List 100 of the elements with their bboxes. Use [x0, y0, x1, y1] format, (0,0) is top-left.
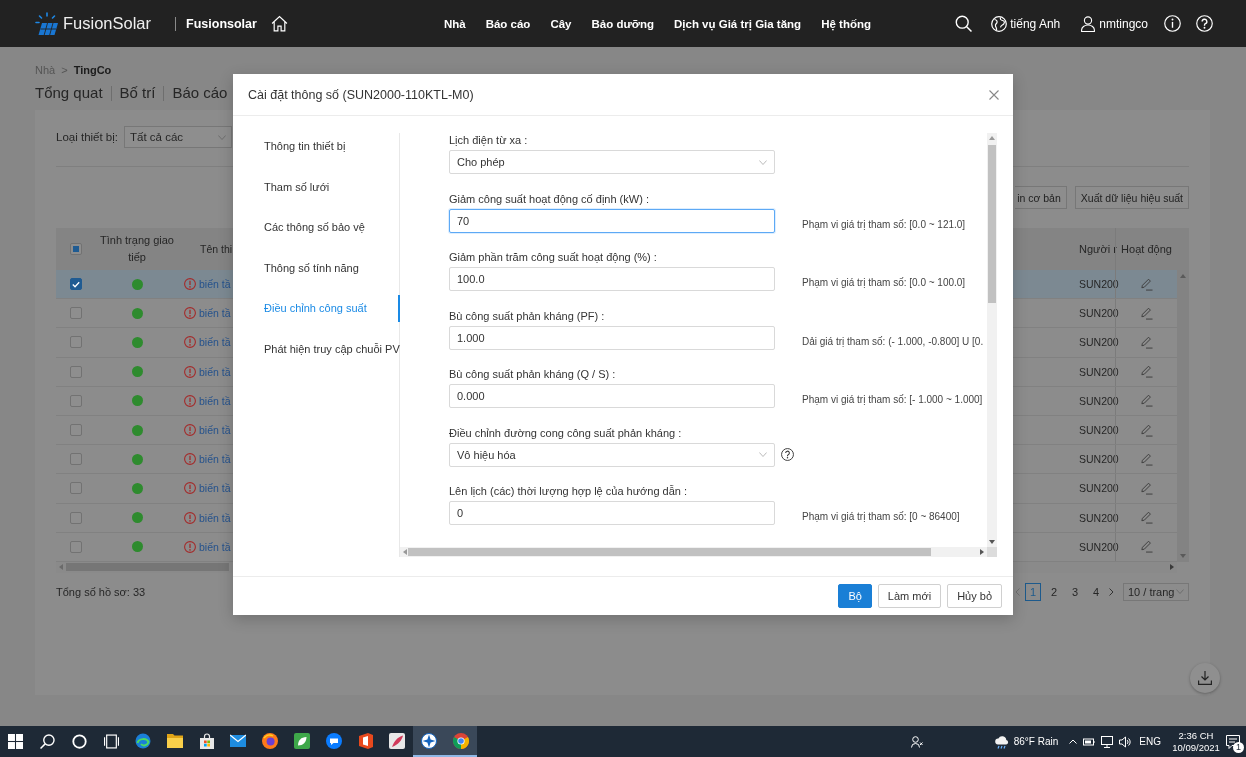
brand-name: FusionSolar: [63, 14, 152, 33]
page-tab[interactable]: Tổng quat: [35, 84, 103, 102]
page-button[interactable]: 2: [1046, 582, 1062, 601]
device-type-select[interactable]: Tất cả các: [124, 126, 232, 148]
input-field[interactable]: 1.000: [449, 325, 775, 350]
clock-time[interactable]: 2:36 CH: [1178, 729, 1214, 742]
field-hint: Phạm vi giá trị tham số: [0.0 ~ 121.0]: [802, 217, 966, 230]
start-icon[interactable]: [8, 734, 24, 749]
dialog-menu-item[interactable]: Điều chỉnh công suất: [233, 295, 400, 323]
help-icon[interactable]: [781, 448, 794, 461]
weather-text[interactable]: 86°F Rain: [1013, 736, 1059, 747]
next-page-icon[interactable]: [1109, 587, 1114, 596]
refresh-button[interactable]: Làm mới: [877, 584, 942, 608]
page-tab[interactable]: Bố trí: [119, 84, 156, 102]
scroll-up-icon: [1180, 274, 1186, 278]
column-header: Tên thi: [200, 243, 233, 255]
select-field[interactable]: Cho phép: [449, 150, 775, 174]
globe-icon: [991, 15, 1008, 32]
close-icon[interactable]: [989, 89, 999, 100]
row-checkbox[interactable]: [70, 511, 82, 524]
input-field[interactable]: 70: [449, 208, 775, 233]
toolbar-button[interactable]: in cơ bản: [1015, 186, 1067, 209]
page-button[interactable]: 4: [1088, 582, 1104, 601]
row-checkbox[interactable]: [70, 540, 82, 553]
column-header: Tình trạng giao tiếp: [99, 233, 175, 265]
table-cell: SUN200: [1079, 453, 1119, 466]
dialog-title: Cài đặt thông số (SUN2000-110KTL-M0): [248, 87, 474, 102]
dialog-menu-item[interactable]: Thông tin thiết bị: [233, 133, 400, 160]
vertical-scrollbar[interactable]: [987, 133, 997, 547]
notification-icon[interactable]: [1226, 734, 1240, 749]
warning-icon: [184, 540, 196, 553]
info-icon[interactable]: [1164, 15, 1181, 32]
scrollbar-thumb[interactable]: [66, 563, 229, 572]
page-tab[interactable]: Báo cáo: [172, 84, 228, 102]
field-label: Giảm công suất hoạt động cố định (kW) :: [449, 191, 649, 206]
dialog-menu-item[interactable]: Phát hiện truy cập chuỗi PV: [233, 335, 400, 363]
horizontal-scrollbar[interactable]: [400, 547, 987, 557]
row-checkbox[interactable]: [70, 482, 82, 495]
circle-icon[interactable]: [72, 734, 87, 749]
weather-icon[interactable]: [993, 734, 1010, 749]
person-icon[interactable]: [910, 735, 923, 748]
select-field[interactable]: Vô hiệu hóa: [449, 442, 775, 467]
nav-link[interactable]: Dịch vụ Giá trị Gia tăng: [674, 17, 802, 30]
search-icon[interactable]: [40, 734, 56, 749]
task-view-icon[interactable]: [103, 734, 119, 749]
input-language[interactable]: ENG: [1139, 736, 1161, 747]
download-button[interactable]: [1190, 663, 1220, 693]
row-checkbox[interactable]: [70, 453, 82, 466]
cancel-button[interactable]: Hủy bỏ: [947, 584, 1002, 608]
table-cell: SUN200: [1079, 394, 1119, 407]
caret-up-icon[interactable]: [1069, 739, 1078, 744]
dialog-menu-item[interactable]: Các thông số bảo vệ: [233, 214, 400, 242]
toolbar-button[interactable]: Xuất dữ liệu hiệu suất: [1074, 186, 1189, 209]
dialog-menu-item[interactable]: Thông số tính năng: [233, 254, 400, 282]
breadcrumb-separator: >: [61, 63, 68, 77]
chevron-down-icon: [1176, 589, 1184, 595]
nav-link[interactable]: Nhà: [443, 17, 466, 30]
field-hint: Phạm vi giá trị tham số: [0 ~ 86400]: [802, 510, 960, 522]
table-cell: SUN200: [1079, 278, 1119, 291]
network-icon[interactable]: [1101, 735, 1114, 748]
scrollbar-corner: [987, 547, 997, 557]
language-button[interactable]: tiếng Anh: [991, 15, 1061, 32]
feather-icon: [389, 732, 406, 749]
user-menu-button[interactable]: nmtingco: [1080, 15, 1148, 32]
nav-link[interactable]: Cây: [550, 17, 572, 30]
search-icon[interactable]: [955, 15, 973, 32]
set-button[interactable]: Bộ: [838, 584, 872, 608]
nav-link[interactable]: Hệ thống: [821, 17, 871, 30]
battery-icon[interactable]: [1083, 735, 1096, 748]
select-all-checkbox[interactable]: [70, 243, 82, 255]
fox-globe-icon: [262, 732, 279, 749]
clock-date[interactable]: 10/09/2021: [1172, 741, 1220, 754]
table-cell: SUN200: [1079, 540, 1119, 553]
square-logo-icon: [357, 732, 374, 749]
field-hint: Phạm vi giá trị tham số: [0.0 ~ 100.0]: [802, 276, 966, 288]
row-checkbox[interactable]: [70, 278, 82, 291]
chevron-down-icon: [759, 159, 767, 165]
row-checkbox[interactable]: [70, 424, 82, 437]
input-field[interactable]: 100.0: [449, 267, 775, 291]
warning-icon: [184, 453, 196, 466]
nav-link[interactable]: Bảo dưỡng: [591, 17, 654, 30]
page-button[interactable]: 3: [1067, 582, 1083, 601]
input-field[interactable]: 0: [449, 501, 775, 525]
row-checkbox[interactable]: [70, 394, 82, 407]
row-checkbox[interactable]: [70, 336, 82, 349]
taskbar-app-button[interactable]: [413, 726, 446, 757]
scrollbar-thumb[interactable]: [988, 145, 996, 303]
dialog-menu-item[interactable]: Tham số lưới: [233, 173, 400, 201]
home-icon[interactable]: [270, 15, 288, 32]
page-size-select[interactable]: 10 / trang: [1123, 582, 1189, 601]
row-checkbox[interactable]: [70, 307, 82, 320]
field-label: Bù công suất phản kháng (Q / S) :: [449, 367, 616, 381]
column-header: Hoạt động: [1121, 243, 1172, 255]
input-field[interactable]: 0.000: [449, 384, 775, 408]
volume-icon[interactable]: [1119, 735, 1132, 748]
nav-link[interactable]: Báo cáo: [485, 17, 531, 30]
scrollbar-thumb[interactable]: [408, 548, 931, 556]
row-checkbox[interactable]: [70, 365, 82, 378]
vertical-scrollbar[interactable]: [1177, 270, 1189, 562]
site-name: Fusionsolar: [186, 16, 257, 31]
